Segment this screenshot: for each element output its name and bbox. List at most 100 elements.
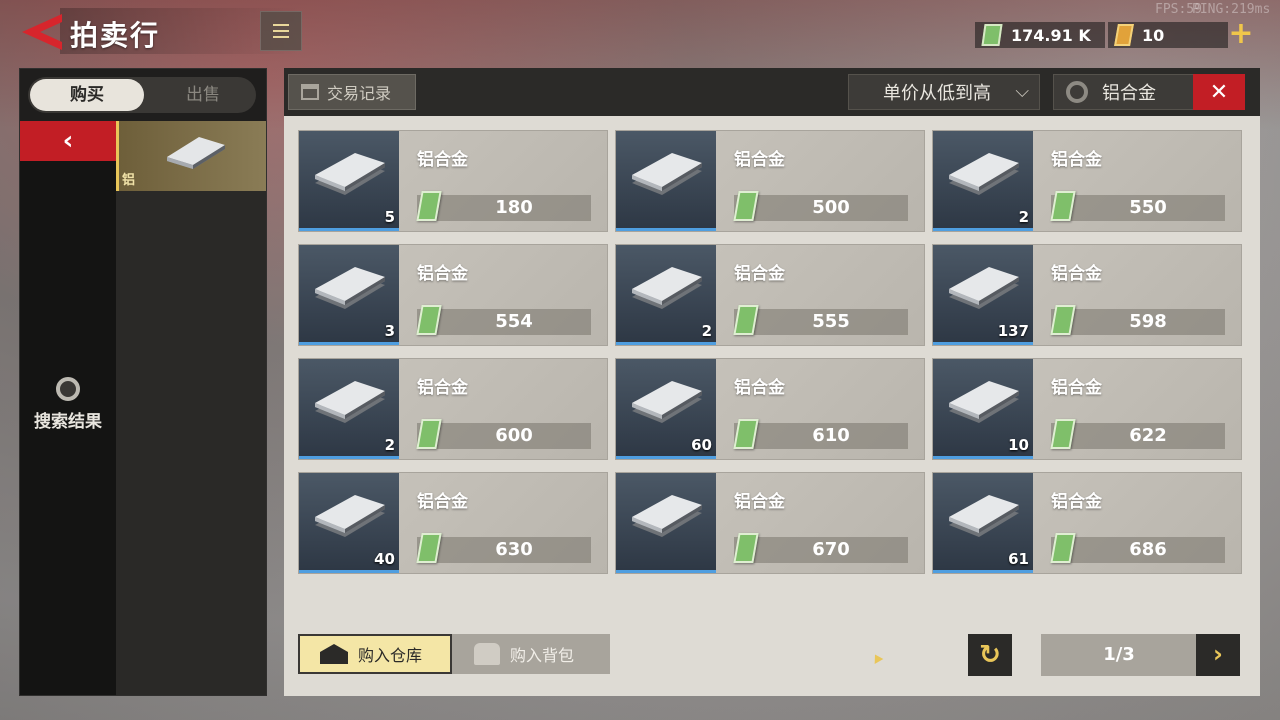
aluminum-sheet-icon <box>949 495 1019 537</box>
item-quantity: 137 <box>997 322 1029 340</box>
aluminum-sheet-icon <box>949 381 1019 423</box>
sort-dropdown[interactable]: 单价从低到高 ⌵ <box>848 74 1040 110</box>
item-thumbnail: 2 <box>616 245 716 345</box>
item-thumbnail: 10 <box>933 359 1033 459</box>
ledger-icon <box>301 84 319 100</box>
listing-card[interactable]: 3 铝合金 554 <box>298 244 608 346</box>
clear-search-button[interactable]: ✕ <box>1193 74 1245 110</box>
trade-log-button[interactable]: 交易记录 <box>288 74 416 110</box>
trade-log-label: 交易记录 <box>327 84 392 103</box>
warehouse-icon <box>320 644 348 664</box>
item-name: 铝合金 <box>734 264 785 284</box>
listing-card[interactable]: 61 铝合金 686 <box>932 472 1242 574</box>
aluminum-sheet-icon <box>315 495 385 537</box>
coupon-value: 10 <box>1142 25 1165 45</box>
item-price: 555 <box>734 309 908 335</box>
listing-grid: 5 铝合金 180 铝合金 500 2 铝合金 550 3 铝合金 554 2 铝合金 555 137 铝合金… <box>284 116 1260 641</box>
item-price: 686 <box>1051 537 1225 563</box>
subcategory-item-aluminum[interactable]: 铝 <box>116 121 266 191</box>
menu-icon <box>273 24 289 26</box>
aluminum-sheet-icon <box>632 381 702 423</box>
item-price: 670 <box>734 537 908 563</box>
listing-card[interactable]: 10 铝合金 622 <box>932 358 1242 460</box>
money-icon <box>981 24 1003 46</box>
money-balance: 174.91 K <box>975 22 1105 48</box>
item-price: 180 <box>417 195 591 221</box>
listing-card[interactable]: 2 铝合金 550 <box>932 130 1242 232</box>
aluminum-sheet-icon <box>632 495 702 537</box>
add-currency-button[interactable]: + <box>1226 19 1256 50</box>
money-value: 174.91 K <box>1011 25 1091 45</box>
category-panel: 购买 出售 ‹ 铝 搜索结果 <box>19 68 267 696</box>
search-icon <box>1066 81 1088 103</box>
listing-card[interactable]: 2 铝合金 555 <box>615 244 925 346</box>
next-page-button[interactable]: › <box>1196 634 1240 676</box>
coupon-icon <box>1114 24 1134 46</box>
aluminum-sheet-icon <box>315 267 385 309</box>
buy-to-bag-label: 购入背包 <box>510 646 575 665</box>
subcategory-label: 铝 <box>122 173 136 188</box>
item-name: 铝合金 <box>1051 150 1102 170</box>
item-thumbnail <box>616 473 716 573</box>
item-name: 铝合金 <box>417 378 468 398</box>
tab-buy[interactable]: 购买 <box>30 79 144 111</box>
aluminum-sheet-icon <box>632 153 702 195</box>
menu-button[interactable] <box>260 11 302 51</box>
item-price: 610 <box>734 423 908 449</box>
item-thumbnail: 60 <box>616 359 716 459</box>
item-thumbnail: 2 <box>933 131 1033 231</box>
listing-toolbar: 交易记录 单价从低到高 ⌵ 铝合金 ✕ <box>284 68 1260 116</box>
item-name: 铝合金 <box>1051 492 1102 512</box>
tab-sell[interactable]: 出售 <box>146 79 260 111</box>
item-price: 550 <box>1051 195 1225 221</box>
buy-sell-tabs: 购买 出售 <box>28 77 256 113</box>
listing-card[interactable]: 137 铝合金 598 <box>932 244 1242 346</box>
item-name: 铝合金 <box>417 264 468 284</box>
category-back-button[interactable]: ‹ <box>20 121 116 161</box>
item-quantity: 5 <box>384 208 395 226</box>
item-quantity: 60 <box>691 436 712 454</box>
back-arrow-icon[interactable] <box>18 12 64 52</box>
search-results-icon <box>56 377 80 401</box>
buy-to-bag-button[interactable]: 购入背包 <box>452 634 610 674</box>
action-bar: 购入仓库 购入背包 ↻ 1/3 › <box>284 598 1260 696</box>
aluminum-sheet-icon <box>167 137 225 169</box>
search-results-label: 搜索结果 <box>34 412 102 432</box>
item-thumbnail: 137 <box>933 245 1033 345</box>
listing-card[interactable]: 2 铝合金 600 <box>298 358 608 460</box>
aluminum-sheet-icon <box>632 267 702 309</box>
item-thumbnail: 5 <box>299 131 399 231</box>
listing-card[interactable]: 铝合金 670 <box>615 472 925 574</box>
item-price: 622 <box>1051 423 1225 449</box>
listing-card[interactable]: 40 铝合金 630 <box>298 472 608 574</box>
item-name: 铝合金 <box>1051 378 1102 398</box>
buy-to-warehouse-button[interactable]: 购入仓库 <box>298 634 452 674</box>
item-quantity: 10 <box>1008 436 1029 454</box>
listing-card[interactable]: 铝合金 500 <box>615 130 925 232</box>
item-name: 铝合金 <box>417 150 468 170</box>
coupon-balance: 10 <box>1108 22 1228 48</box>
refresh-button[interactable]: ↻ <box>968 634 1012 676</box>
item-thumbnail: 40 <box>299 473 399 573</box>
aluminum-sheet-icon <box>949 153 1019 195</box>
listing-card[interactable]: 5 铝合金 180 <box>298 130 608 232</box>
item-quantity: 3 <box>384 322 395 340</box>
item-price: 500 <box>734 195 908 221</box>
item-quantity: 40 <box>374 550 395 568</box>
item-name: 铝合金 <box>1051 264 1102 284</box>
search-results-category[interactable]: 搜索结果 <box>20 377 116 432</box>
search-value: 铝合金 <box>1102 83 1156 104</box>
aluminum-sheet-icon <box>315 153 385 195</box>
item-price: 600 <box>417 423 591 449</box>
sort-label: 单价从低到高 <box>883 83 991 104</box>
item-price: 554 <box>417 309 591 335</box>
item-name: 铝合金 <box>734 150 785 170</box>
aluminum-sheet-icon <box>315 381 385 423</box>
item-price: 598 <box>1051 309 1225 335</box>
item-price: 630 <box>417 537 591 563</box>
listing-panel: 交易记录 单价从低到高 ⌵ 铝合金 ✕ 5 铝合金 180 铝合金 500 2 铝合金 550… <box>284 68 1260 696</box>
item-thumbnail: 61 <box>933 473 1033 573</box>
listing-card[interactable]: 60 铝合金 610 <box>615 358 925 460</box>
item-thumbnail: 3 <box>299 245 399 345</box>
item-thumbnail <box>616 131 716 231</box>
